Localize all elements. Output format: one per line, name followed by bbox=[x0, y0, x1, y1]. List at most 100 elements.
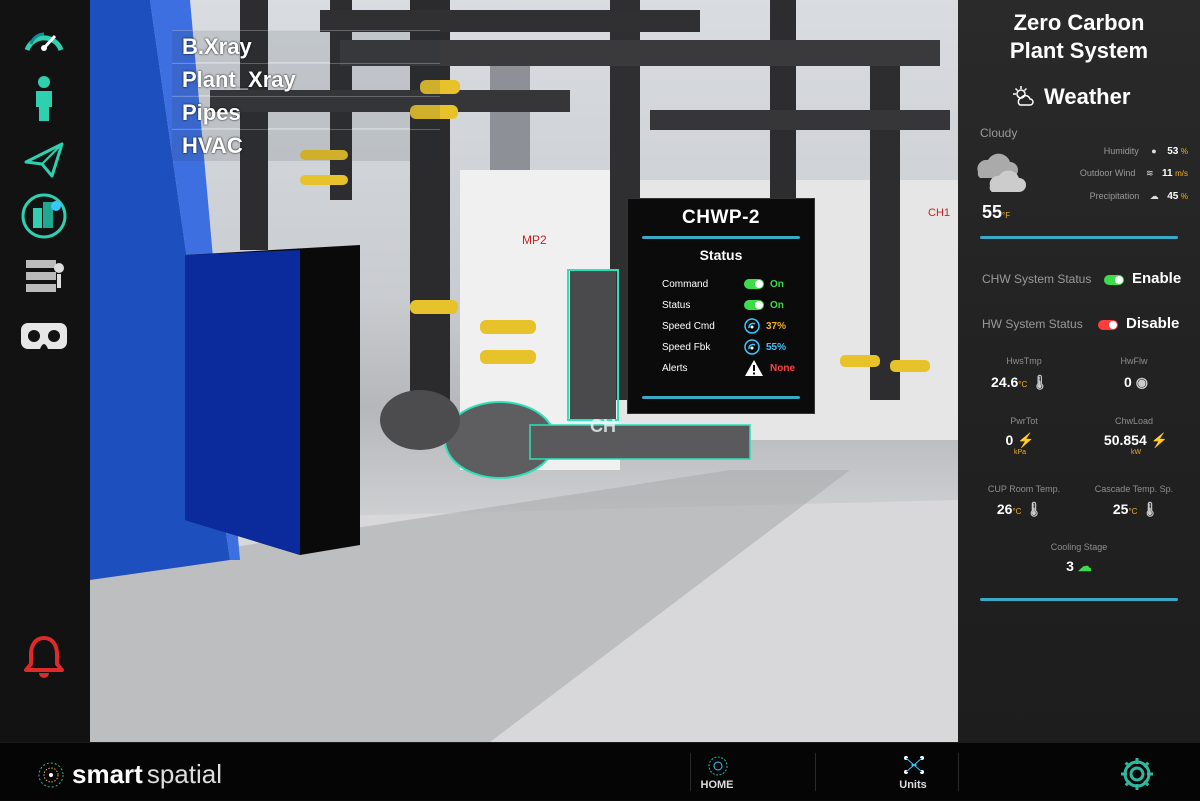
home-globe-icon bbox=[708, 756, 728, 776]
buildings-icon[interactable] bbox=[18, 192, 70, 240]
humidity-unit: % bbox=[1180, 147, 1188, 156]
toggle-on-icon bbox=[744, 279, 764, 289]
chwload-label: ChwLoad bbox=[1114, 416, 1154, 426]
hws-unit: °C bbox=[1018, 380, 1028, 389]
weather-title: Weather bbox=[1044, 84, 1131, 109]
temp-unit: °F bbox=[1002, 211, 1011, 220]
popup-row-label: Speed Fbk bbox=[662, 341, 711, 353]
cooling-stage-value: 3 bbox=[1066, 558, 1074, 574]
right-info-panel: Zero Carbon Plant System Weather Cloudy … bbox=[958, 0, 1200, 742]
popup-row-alerts: Alerts None bbox=[662, 359, 804, 377]
hw-status-label: HW System Status bbox=[982, 317, 1083, 331]
pwr-unit: kPa bbox=[1013, 449, 1027, 456]
brand-smart: smart bbox=[72, 759, 143, 789]
popup-row-value: 55% bbox=[766, 341, 787, 353]
person-icon[interactable] bbox=[18, 74, 70, 122]
nav-home[interactable]: HOME bbox=[672, 743, 762, 801]
popup-row-value: 37% bbox=[766, 320, 787, 332]
units-network-icon bbox=[904, 756, 924, 774]
droplet-icon: ● bbox=[1151, 146, 1157, 156]
hws-label: HwsTmp bbox=[1006, 356, 1042, 366]
cascade-temp-value: 25 bbox=[1112, 501, 1129, 517]
humidity-row: Humidity ● 53 % bbox=[1038, 146, 1188, 157]
panel-title-line1: Zero Carbon bbox=[1013, 10, 1145, 35]
gauge-dashboard-icon[interactable] bbox=[18, 14, 70, 62]
nav-separator bbox=[958, 753, 959, 791]
chwload-value: 50.854 bbox=[1103, 432, 1147, 448]
speed-dial-icon bbox=[744, 339, 760, 355]
precip-unit: % bbox=[1180, 192, 1188, 201]
layer-toggle-hvac[interactable]: HVAC bbox=[172, 129, 440, 161]
wind-label: Outdoor Wind bbox=[1079, 168, 1136, 178]
hw-toggle[interactable] bbox=[1098, 320, 1118, 330]
chw-toggle[interactable] bbox=[1104, 275, 1124, 285]
precip-label: Precipitation bbox=[1089, 191, 1140, 201]
bottom-nav-bar: smart spatial HOME Units bbox=[0, 742, 1200, 800]
brand-spatial: spatial bbox=[146, 759, 222, 789]
hwflw-reading: 0 ◉ bbox=[1086, 374, 1186, 391]
thermometer-icon: 🌡 bbox=[1141, 501, 1160, 517]
rain-icon: ☁ bbox=[1149, 191, 1159, 201]
lightning-icon: ⚡ bbox=[1017, 432, 1035, 448]
panel-divider-2 bbox=[980, 598, 1178, 601]
hw-status-value: Disable bbox=[1126, 315, 1180, 332]
cup-temp-reading: 26°C 🌡 bbox=[970, 501, 1070, 518]
popup-row-label: Speed Cmd bbox=[662, 320, 715, 332]
popup-title: CHWP-2 bbox=[682, 207, 760, 228]
equipment-status-popup: CHWP-2 Status Command On Status On Speed… bbox=[627, 198, 815, 414]
cup-temp-unit: °C bbox=[1012, 507, 1022, 516]
wind-icon: ≋ bbox=[1145, 168, 1154, 178]
panel-divider-1 bbox=[980, 236, 1178, 239]
pwr-label: PwrTot bbox=[1010, 416, 1038, 426]
server-rack-icon[interactable] bbox=[18, 254, 70, 302]
weather-header: Weather bbox=[1012, 84, 1130, 110]
pwr-reading: 0 ⚡ kPa bbox=[970, 432, 1070, 456]
popup-row-value: On bbox=[770, 278, 784, 290]
wind-value: 11 bbox=[1162, 168, 1173, 179]
wind-unit: m/s bbox=[1175, 169, 1188, 178]
layer-toggle-pipes[interactable]: Pipes bbox=[172, 96, 440, 128]
hws-reading: 24.6°C 🌡 bbox=[970, 374, 1070, 391]
cooling-leaf-icon: ☁ bbox=[1077, 558, 1092, 574]
nav-separator bbox=[815, 753, 816, 791]
flow-icon: ◉ bbox=[1135, 374, 1148, 390]
plant-3d-viewport[interactable]: MP2 CH1 CH B.Xray Plant_Xray Pipes HVAC bbox=[90, 0, 958, 742]
popup-divider-bottom bbox=[642, 396, 800, 399]
cascade-temp-label: Cascade Temp. Sp. bbox=[1094, 484, 1174, 494]
alarm-bell-icon[interactable] bbox=[18, 632, 70, 680]
popup-row-value: On bbox=[770, 299, 784, 311]
warning-icon bbox=[745, 360, 763, 376]
weather-temperature: 55°F bbox=[982, 202, 1010, 223]
weather-sun-cloud-icon bbox=[1013, 86, 1034, 106]
nav-home-label: HOME bbox=[700, 779, 734, 791]
settings-gear-icon[interactable] bbox=[1118, 755, 1156, 793]
cascade-temp-unit: °C bbox=[1128, 507, 1138, 516]
nav-units-label: Units bbox=[899, 779, 927, 791]
weather-condition: Cloudy bbox=[980, 126, 1018, 140]
toggle-on-icon bbox=[744, 300, 764, 310]
smartspatial-logo-icon bbox=[38, 762, 64, 787]
cascade-temp-reading: 25°C 🌡 bbox=[1086, 501, 1186, 518]
nav-units[interactable]: Units bbox=[868, 743, 958, 801]
lightning-icon: ⚡ bbox=[1150, 432, 1169, 448]
popup-row-speed-cmd: Speed Cmd 37% bbox=[662, 317, 804, 335]
popup-row-label: Alerts bbox=[662, 362, 688, 374]
cooling-stage-reading: 3 ☁ bbox=[1029, 558, 1129, 575]
hws-value: 24.6 bbox=[991, 374, 1019, 390]
thermometer-icon: 🌡 bbox=[1025, 501, 1044, 517]
popup-row-status: Status On bbox=[662, 296, 804, 314]
humidity-label: Humidity bbox=[1103, 146, 1139, 156]
chwload-unit: kW bbox=[1130, 449, 1142, 456]
popup-row-command: Command On bbox=[662, 275, 804, 293]
cup-temp-value: 26 bbox=[996, 501, 1013, 517]
popup-row-speed-fbk: Speed Fbk 55% bbox=[662, 338, 804, 356]
brand-logo: smart spatial bbox=[36, 759, 222, 790]
cup-temp-label: CUP Room Temp. bbox=[987, 484, 1061, 494]
layer-toggle-bxray[interactable]: B.Xray bbox=[172, 30, 440, 62]
scene-label-mp2: MP2 bbox=[522, 233, 547, 247]
chw-status-value: Enable bbox=[1132, 270, 1182, 287]
send-navigation-icon[interactable] bbox=[18, 136, 70, 184]
vr-headset-icon[interactable] bbox=[18, 312, 70, 360]
popup-row-label: Command bbox=[662, 278, 709, 290]
layer-toggle-plant-xray[interactable]: Plant_Xray bbox=[172, 63, 440, 95]
